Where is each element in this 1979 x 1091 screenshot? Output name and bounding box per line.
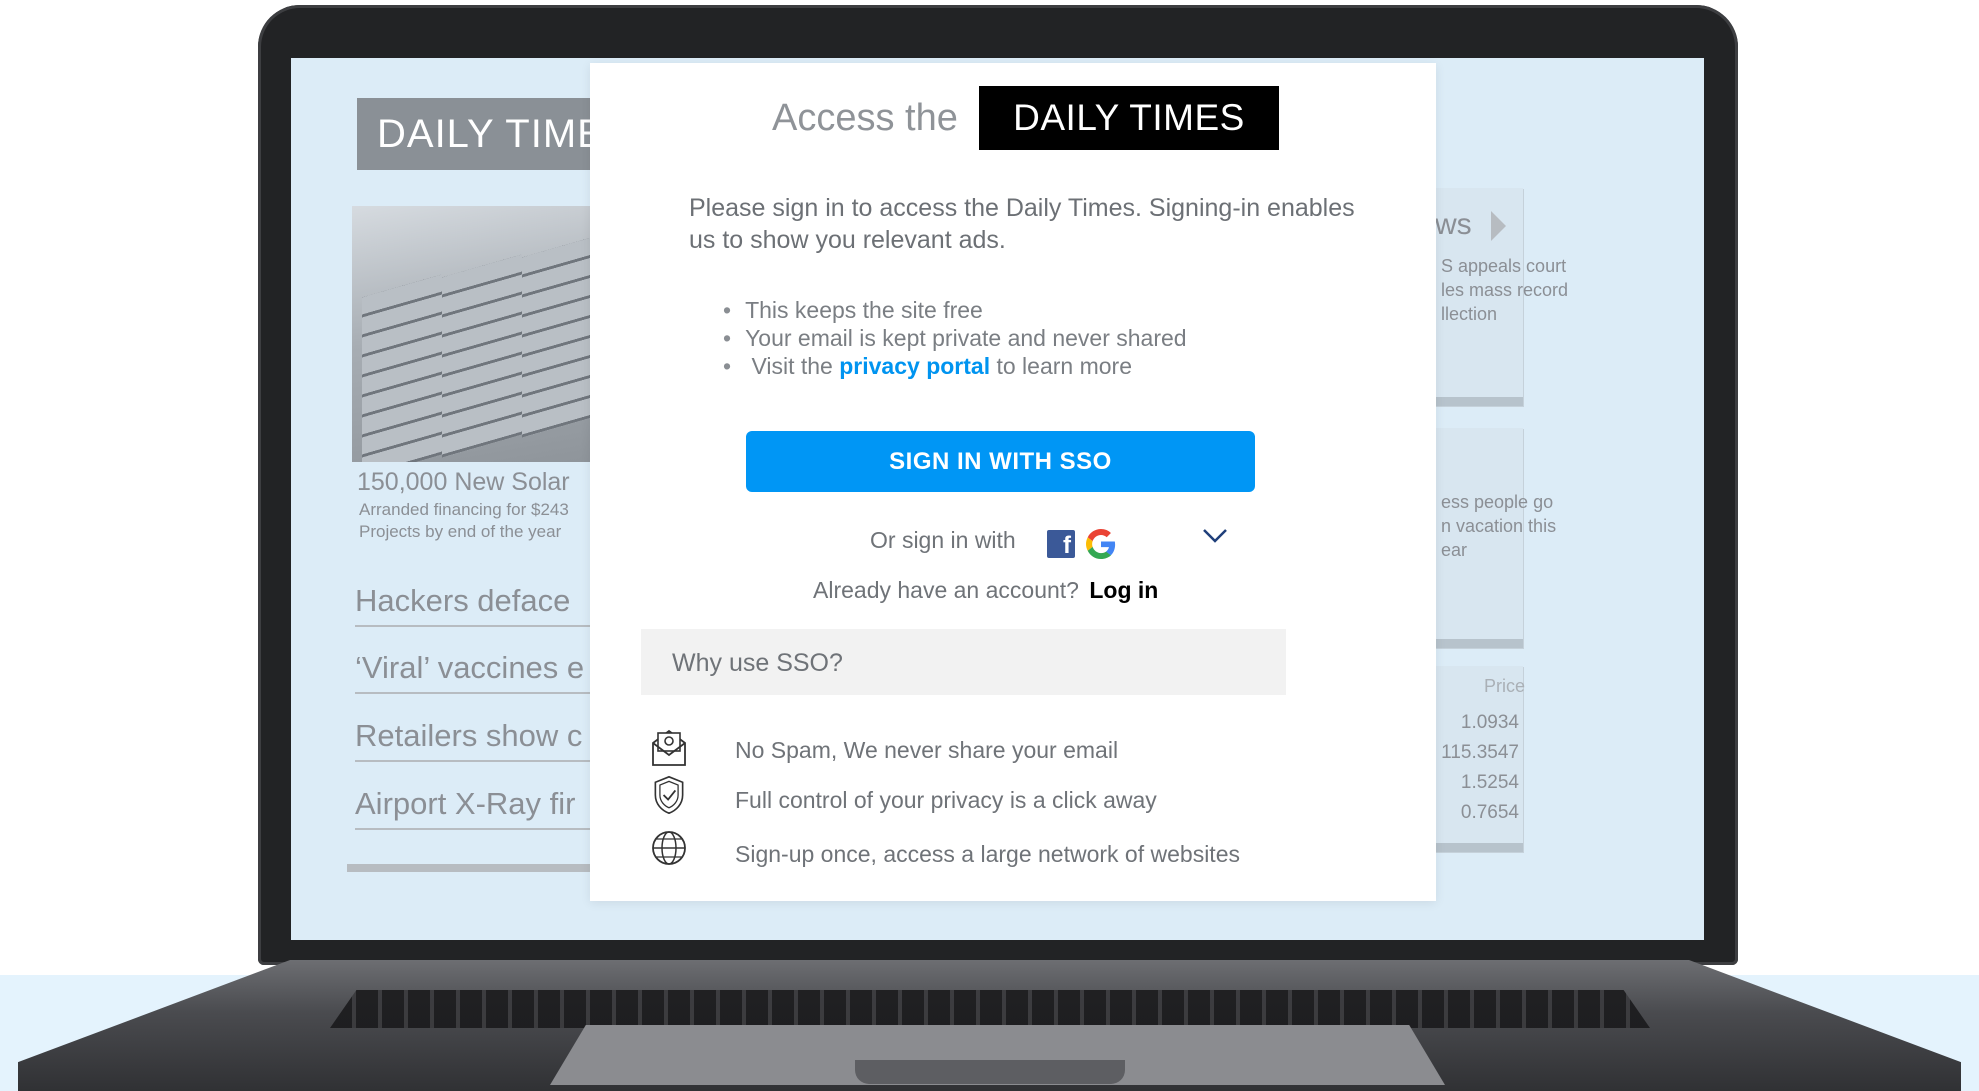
arrow-right-icon [1491, 211, 1506, 241]
chevron-down-icon[interactable] [1202, 527, 1228, 545]
globe-icon [652, 831, 686, 865]
shield-icon [654, 775, 684, 815]
brand-logo: DAILY TIMES [979, 86, 1279, 150]
newspaper-headline: 150,000 New Solar [357, 468, 570, 496]
laptop-notch [855, 1060, 1125, 1084]
alternate-sign-in-label: Or sign in with [870, 527, 1016, 553]
account-question: Already have an account? [813, 577, 1079, 603]
sign-in-modal: Access the DAILY TIMES Please sign in to… [590, 63, 1436, 901]
benefit-bullet-list: This keeps the site free Your email is k… [723, 296, 1187, 380]
google-icon[interactable] [1086, 529, 1116, 559]
sign-in-with-sso-button[interactable]: SIGN IN WITH SSO [746, 431, 1255, 492]
price-value: 115.3547 [1441, 742, 1519, 763]
price-value: 0.7654 [1460, 802, 1519, 823]
privacy-portal-link[interactable]: privacy portal [839, 353, 990, 379]
email-icon [652, 729, 686, 766]
bullet-text: Your email is kept private and never sha… [745, 325, 1187, 351]
side-travel-text: ess people go [1441, 492, 1554, 512]
price-header: Price [1484, 676, 1526, 696]
account-prompt: Already have an account? Log in [813, 577, 1158, 604]
side-news-text: les mass record [1441, 280, 1569, 300]
side-travel-text: ear [1441, 540, 1468, 560]
modal-title-prefix: Access the [772, 97, 958, 139]
benefit-text: Full control of your privacy is a click … [735, 787, 1157, 813]
modal-intro-text: Please sign in to access the Daily Times… [689, 194, 1355, 254]
side-travel-text: n vacation this [1441, 516, 1557, 536]
side-news-title: ws [1435, 208, 1472, 241]
why-use-sso-toggle[interactable]: Why use SSO? [641, 629, 1286, 695]
bullet-item: This keeps the site free [723, 296, 1187, 324]
bullet-text: to learn more [996, 353, 1132, 379]
side-news-text: llection [1441, 304, 1498, 324]
newspaper-subline: Projects by end of the year [359, 522, 562, 541]
laptop-keyboard [330, 990, 1650, 1028]
bullet-item: Your email is kept private and never sha… [723, 324, 1187, 352]
newspaper-subline: Arranded financing for $243 [359, 500, 569, 519]
log-in-link[interactable]: Log in [1089, 577, 1158, 603]
benefit-text: Sign-up once, access a large network of … [735, 841, 1240, 867]
bullet-item: Visit the privacy portal to learn more [723, 352, 1187, 380]
bullet-text: This keeps the site free [745, 297, 983, 323]
facebook-icon[interactable]: f [1047, 530, 1075, 558]
bullet-text: Visit the [751, 353, 833, 379]
benefit-text: No Spam, We never share your email [735, 737, 1119, 763]
price-value: 1.5254 [1460, 772, 1519, 793]
price-value: 1.0934 [1460, 712, 1519, 733]
side-news-text: S appeals court [1441, 256, 1567, 276]
